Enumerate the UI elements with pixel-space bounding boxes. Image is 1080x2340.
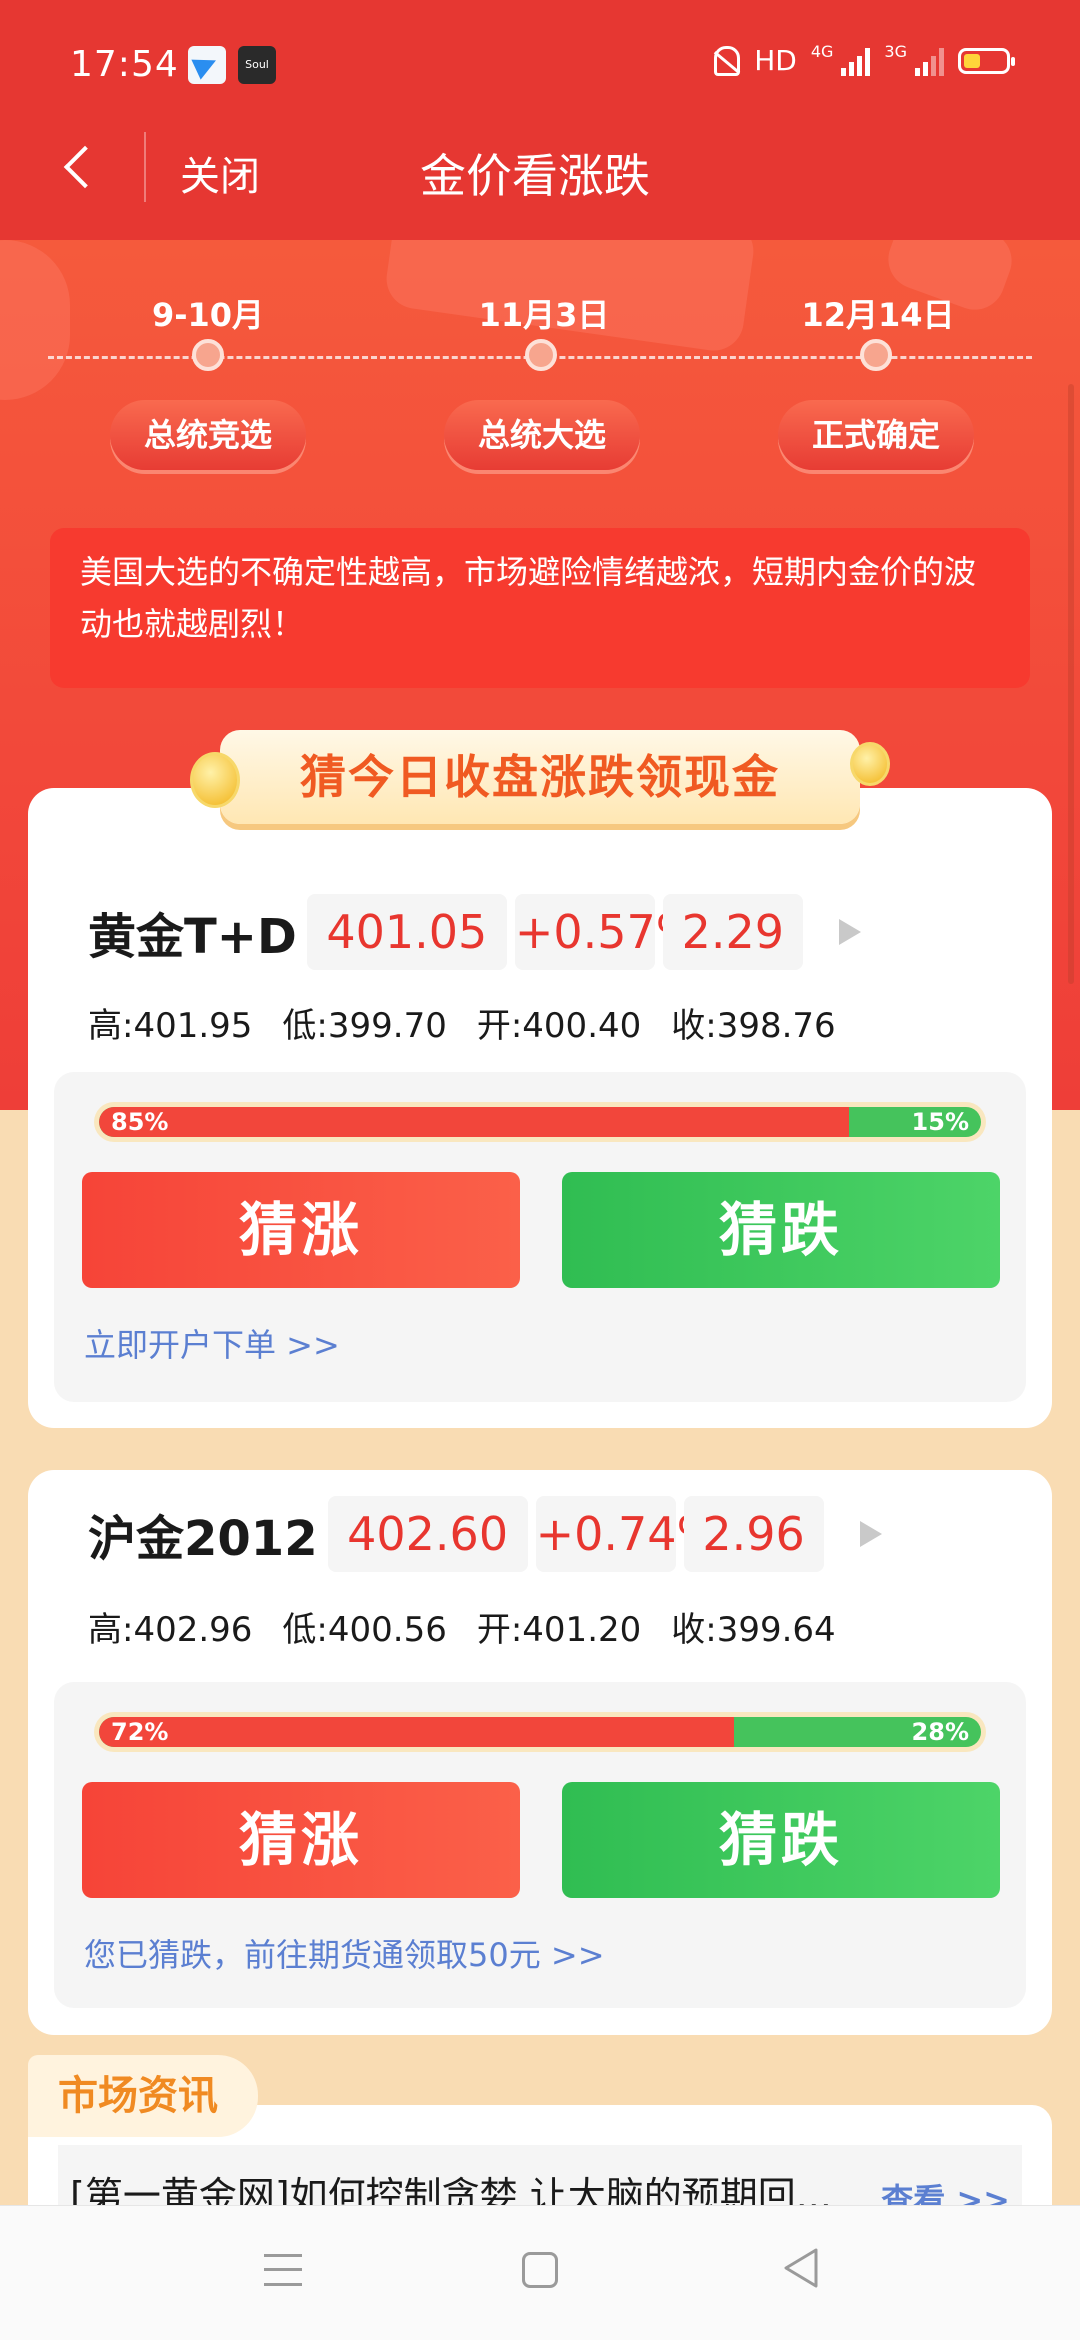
timeline-dot (860, 339, 892, 371)
quote-card-shfe-gold: 沪金2012 402.60 +0.74% 2.96 高:402.96 低:400… (28, 1470, 1052, 2035)
status-time: 17:54 (70, 44, 179, 85)
instrument-name: 黄金T+D (88, 909, 297, 965)
ohlc-row: 高:402.96 低:400.56 开:401.20 收:399.64 (88, 1602, 836, 1651)
timeline-label: 总统大选 (444, 400, 640, 470)
signal-icon-2 (915, 46, 944, 76)
change-box: 2.29 (662, 894, 803, 970)
play-triangle-icon[interactable] (838, 919, 861, 945)
price-box: 401.05 (306, 894, 507, 970)
status-bar: 17:54 Soul HD 4G 3G (0, 0, 1080, 130)
vote-ratio-bar: 72% 28% (94, 1712, 986, 1752)
banner-text: 猜今日收盘涨跌领现金 (300, 750, 780, 804)
scrollbar[interactable] (1068, 384, 1074, 984)
promo-banner: 猜今日收盘涨跌领现金 (190, 730, 890, 824)
high-value: 高:401.95 (88, 1006, 253, 1046)
low-value: 低:400.56 (282, 1610, 447, 1650)
guess-down-button[interactable]: 猜跌 (562, 1172, 1000, 1288)
timeline-date: 12月14日 (801, 296, 955, 334)
timeline-date: 9-10月 (151, 296, 265, 334)
network-4g-label: 4G (810, 42, 834, 61)
vote-up-fill (99, 1717, 735, 1747)
vote-up-fill (99, 1107, 849, 1137)
vote-panel: 72% 28% 猜涨 猜跌 您已猜跌，前往期货通领取50元 >> (54, 1682, 1026, 2008)
play-triangle-icon[interactable] (859, 1521, 882, 1547)
quote-card-gold-td: 黄金T+D 401.05 +0.57% 2.29 高:401.95 低:399.… (28, 788, 1052, 1428)
open-value: 开:400.40 (476, 1006, 642, 1046)
open-value: 开:401.20 (476, 1610, 642, 1650)
menu-icon[interactable] (264, 2254, 302, 2286)
back-arrow-icon[interactable] (63, 145, 107, 189)
notice-text: 美国大选的不确定性越高，市场避险情绪越浓，短期内金价的波动也就越剧烈！ (50, 528, 1030, 688)
vote-up-label: 72% (111, 1718, 169, 1746)
vote-ratio-track: 72% 28% (99, 1717, 981, 1747)
open-account-link[interactable]: 立即开户下单 >> (84, 1320, 340, 1366)
hd-label: HD (754, 44, 797, 77)
market-news-tab: 市场资讯 (28, 2055, 258, 2137)
battery-icon (958, 47, 1015, 74)
bell-off-icon (714, 45, 741, 76)
claim-reward-link[interactable]: 您已猜跌，前往期货通领取50元 >> (84, 1930, 605, 1976)
page-title: 金价看涨跌 (420, 149, 650, 203)
timeline-label: 正式确定 (778, 400, 974, 470)
change-pct-box: +0.57% (514, 894, 700, 970)
ticker-row: 沪金2012 402.60 +0.74% 2.96 (88, 1496, 882, 1572)
vote-up-label: 85% (111, 1108, 169, 1136)
nav-bar: 关闭 金价看涨跌 (0, 130, 1080, 240)
decor-shape (0, 240, 70, 400)
nav-divider (144, 132, 146, 202)
signal-icon (841, 46, 871, 76)
close-value: 收:399.64 (671, 1610, 836, 1650)
timeline-label: 总统竞选 (110, 400, 306, 470)
vote-down-label: 28% (911, 1718, 969, 1746)
status-right: HD 4G 3G (714, 42, 1015, 77)
vote-panel: 85% 15% 猜涨 猜跌 立即开户下单 >> (54, 1072, 1026, 1402)
ohlc-row: 高:401.95 低:399.70 开:400.40 收:398.76 (88, 998, 836, 1047)
guess-up-button[interactable]: 猜涨 (82, 1172, 520, 1288)
timeline-dot (525, 339, 557, 371)
top-bar: 17:54 Soul HD 4G 3G 关闭 金价看涨跌 (0, 0, 1080, 240)
low-value: 低:399.70 (282, 1006, 447, 1046)
network-3g-label: 3G (884, 42, 907, 61)
home-square-icon[interactable] (522, 2252, 558, 2288)
vote-ratio-track: 85% 15% (99, 1107, 981, 1137)
gold-coin-icon (850, 742, 890, 786)
vote-ratio-bar: 85% 15% (94, 1102, 986, 1142)
change-pct-box: +0.74% (535, 1496, 720, 1572)
high-value: 高:402.96 (88, 1610, 253, 1650)
guess-down-button[interactable]: 猜跌 (562, 1782, 1000, 1898)
vote-down-label: 15% (911, 1108, 969, 1136)
timeline-date: 11月3日 (478, 296, 610, 334)
ticker-row: 黄金T+D 401.05 +0.57% 2.29 (88, 894, 861, 970)
instrument-name: 沪金2012 (88, 1511, 318, 1567)
soul-app-icon: Soul (238, 46, 276, 84)
close-button[interactable]: 关闭 (180, 144, 260, 202)
timeline-dot (192, 339, 224, 371)
price-box: 402.60 (327, 1496, 528, 1572)
change-box: 2.96 (683, 1496, 824, 1572)
system-nav-bar (0, 2205, 1080, 2340)
telegram-icon (188, 46, 226, 84)
guess-up-button[interactable]: 猜涨 (82, 1782, 520, 1898)
close-value: 收:398.76 (671, 1006, 836, 1046)
gold-coin-icon (190, 752, 240, 808)
